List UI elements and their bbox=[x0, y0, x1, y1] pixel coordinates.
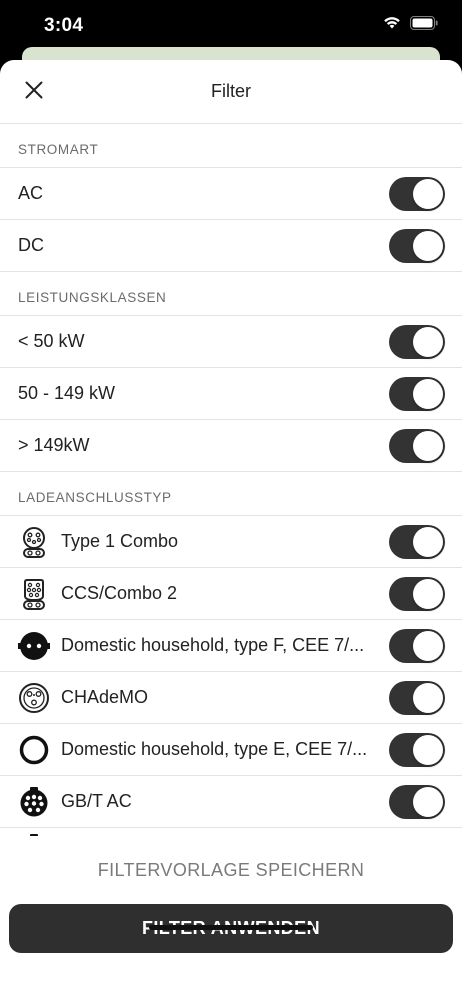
toggle-type1-combo[interactable] bbox=[389, 525, 445, 559]
filter-row-dc: DC bbox=[0, 220, 462, 272]
toggle-knob bbox=[413, 683, 443, 713]
filter-sheet: Filter STROMART AC DC LEISTUNGSKLASSEN <… bbox=[0, 60, 462, 1000]
filter-row-50-149kw: 50 - 149 kW bbox=[0, 368, 462, 420]
toggle-ccs-combo2[interactable] bbox=[389, 577, 445, 611]
filter-label: Domestic household, type E, CEE 7/... bbox=[61, 739, 368, 759]
status-time: 3:04 bbox=[44, 15, 84, 36]
section-header-leistungsklassen: LEISTUNGSKLASSEN bbox=[0, 272, 462, 316]
page-title: Filter bbox=[211, 81, 251, 101]
toggle-knob bbox=[413, 431, 443, 461]
filter-row-type1-combo: Type 1 Combo bbox=[0, 516, 462, 568]
toggle-50-149kw[interactable] bbox=[389, 377, 445, 411]
status-icons bbox=[382, 15, 438, 35]
toggle-knob bbox=[413, 579, 443, 609]
section-header-ladeanschlusstyp: LADEANSCHLUSSTYP bbox=[0, 472, 462, 516]
toggle-knob bbox=[413, 327, 443, 357]
filter-row-ac: AC bbox=[0, 168, 462, 220]
home-indicator[interactable] bbox=[149, 925, 313, 930]
filter-label: AC bbox=[18, 183, 44, 203]
filter-label: Domestic household, type F, CEE 7/... bbox=[61, 635, 365, 655]
toggle-type-e[interactable] bbox=[389, 733, 445, 767]
filter-list[interactable]: STROMART AC DC LEISTUNGSKLASSEN < 50 kW … bbox=[0, 124, 462, 896]
toggle-under-50kw[interactable] bbox=[389, 325, 445, 359]
toggle-knob bbox=[413, 179, 443, 209]
toggle-dc[interactable] bbox=[389, 229, 445, 263]
filter-label: Type 1 Combo bbox=[61, 531, 179, 551]
filter-label: GB/T AC bbox=[61, 791, 132, 811]
filter-label: 50 - 149 kW bbox=[18, 383, 116, 403]
section-header-stromart: STROMART bbox=[0, 124, 462, 168]
filter-label: > 149kW bbox=[18, 435, 90, 455]
gbt-ac-connector-icon bbox=[18, 786, 50, 818]
toggle-over-149kw[interactable] bbox=[389, 429, 445, 463]
chademo-connector-icon bbox=[18, 682, 50, 714]
type1-combo-connector-icon bbox=[18, 526, 50, 558]
filter-row-type-e: Domestic household, type E, CEE 7/... bbox=[0, 724, 462, 776]
toggle-knob bbox=[413, 231, 443, 261]
toggle-knob bbox=[413, 735, 443, 765]
filter-label: CHAdeMO bbox=[61, 687, 149, 707]
toggle-knob bbox=[413, 379, 443, 409]
filter-label: CCS/Combo 2 bbox=[61, 583, 178, 603]
toggle-gbt-ac[interactable] bbox=[389, 785, 445, 819]
type-e-connector-icon bbox=[18, 734, 50, 766]
status-bar: 3:04 bbox=[0, 0, 462, 50]
toggle-chademo[interactable] bbox=[389, 681, 445, 715]
filter-row-gbt-ac: GB/T AC bbox=[0, 776, 462, 828]
toggle-knob bbox=[413, 631, 443, 661]
save-filter-template-button[interactable]: FILTERVORLAGE SPEICHERN bbox=[0, 860, 462, 881]
sheet-header: Filter bbox=[0, 60, 462, 124]
filter-row-ccs-combo2: CCS/Combo 2 bbox=[0, 568, 462, 620]
toggle-knob bbox=[413, 787, 443, 817]
toggle-ac[interactable] bbox=[389, 177, 445, 211]
filter-label: DC bbox=[18, 235, 44, 255]
filter-row-chademo: CHAdeMO bbox=[0, 672, 462, 724]
filter-row-type-f: Domestic household, type F, CEE 7/... bbox=[0, 620, 462, 672]
filter-row-over-149kw: > 149kW bbox=[0, 420, 462, 472]
filter-row-under-50kw: < 50 kW bbox=[0, 316, 462, 368]
battery-icon bbox=[410, 15, 438, 35]
toggle-knob bbox=[413, 527, 443, 557]
sheet-footer: FILTERVORLAGE SPEICHERN FILTER ANWENDEN bbox=[0, 836, 462, 1000]
ccs-combo2-connector-icon bbox=[18, 578, 50, 610]
schuko-type-f-connector-icon bbox=[18, 630, 50, 662]
filter-label: < 50 kW bbox=[18, 331, 85, 351]
toggle-type-f[interactable] bbox=[389, 629, 445, 663]
wifi-icon bbox=[382, 15, 402, 35]
